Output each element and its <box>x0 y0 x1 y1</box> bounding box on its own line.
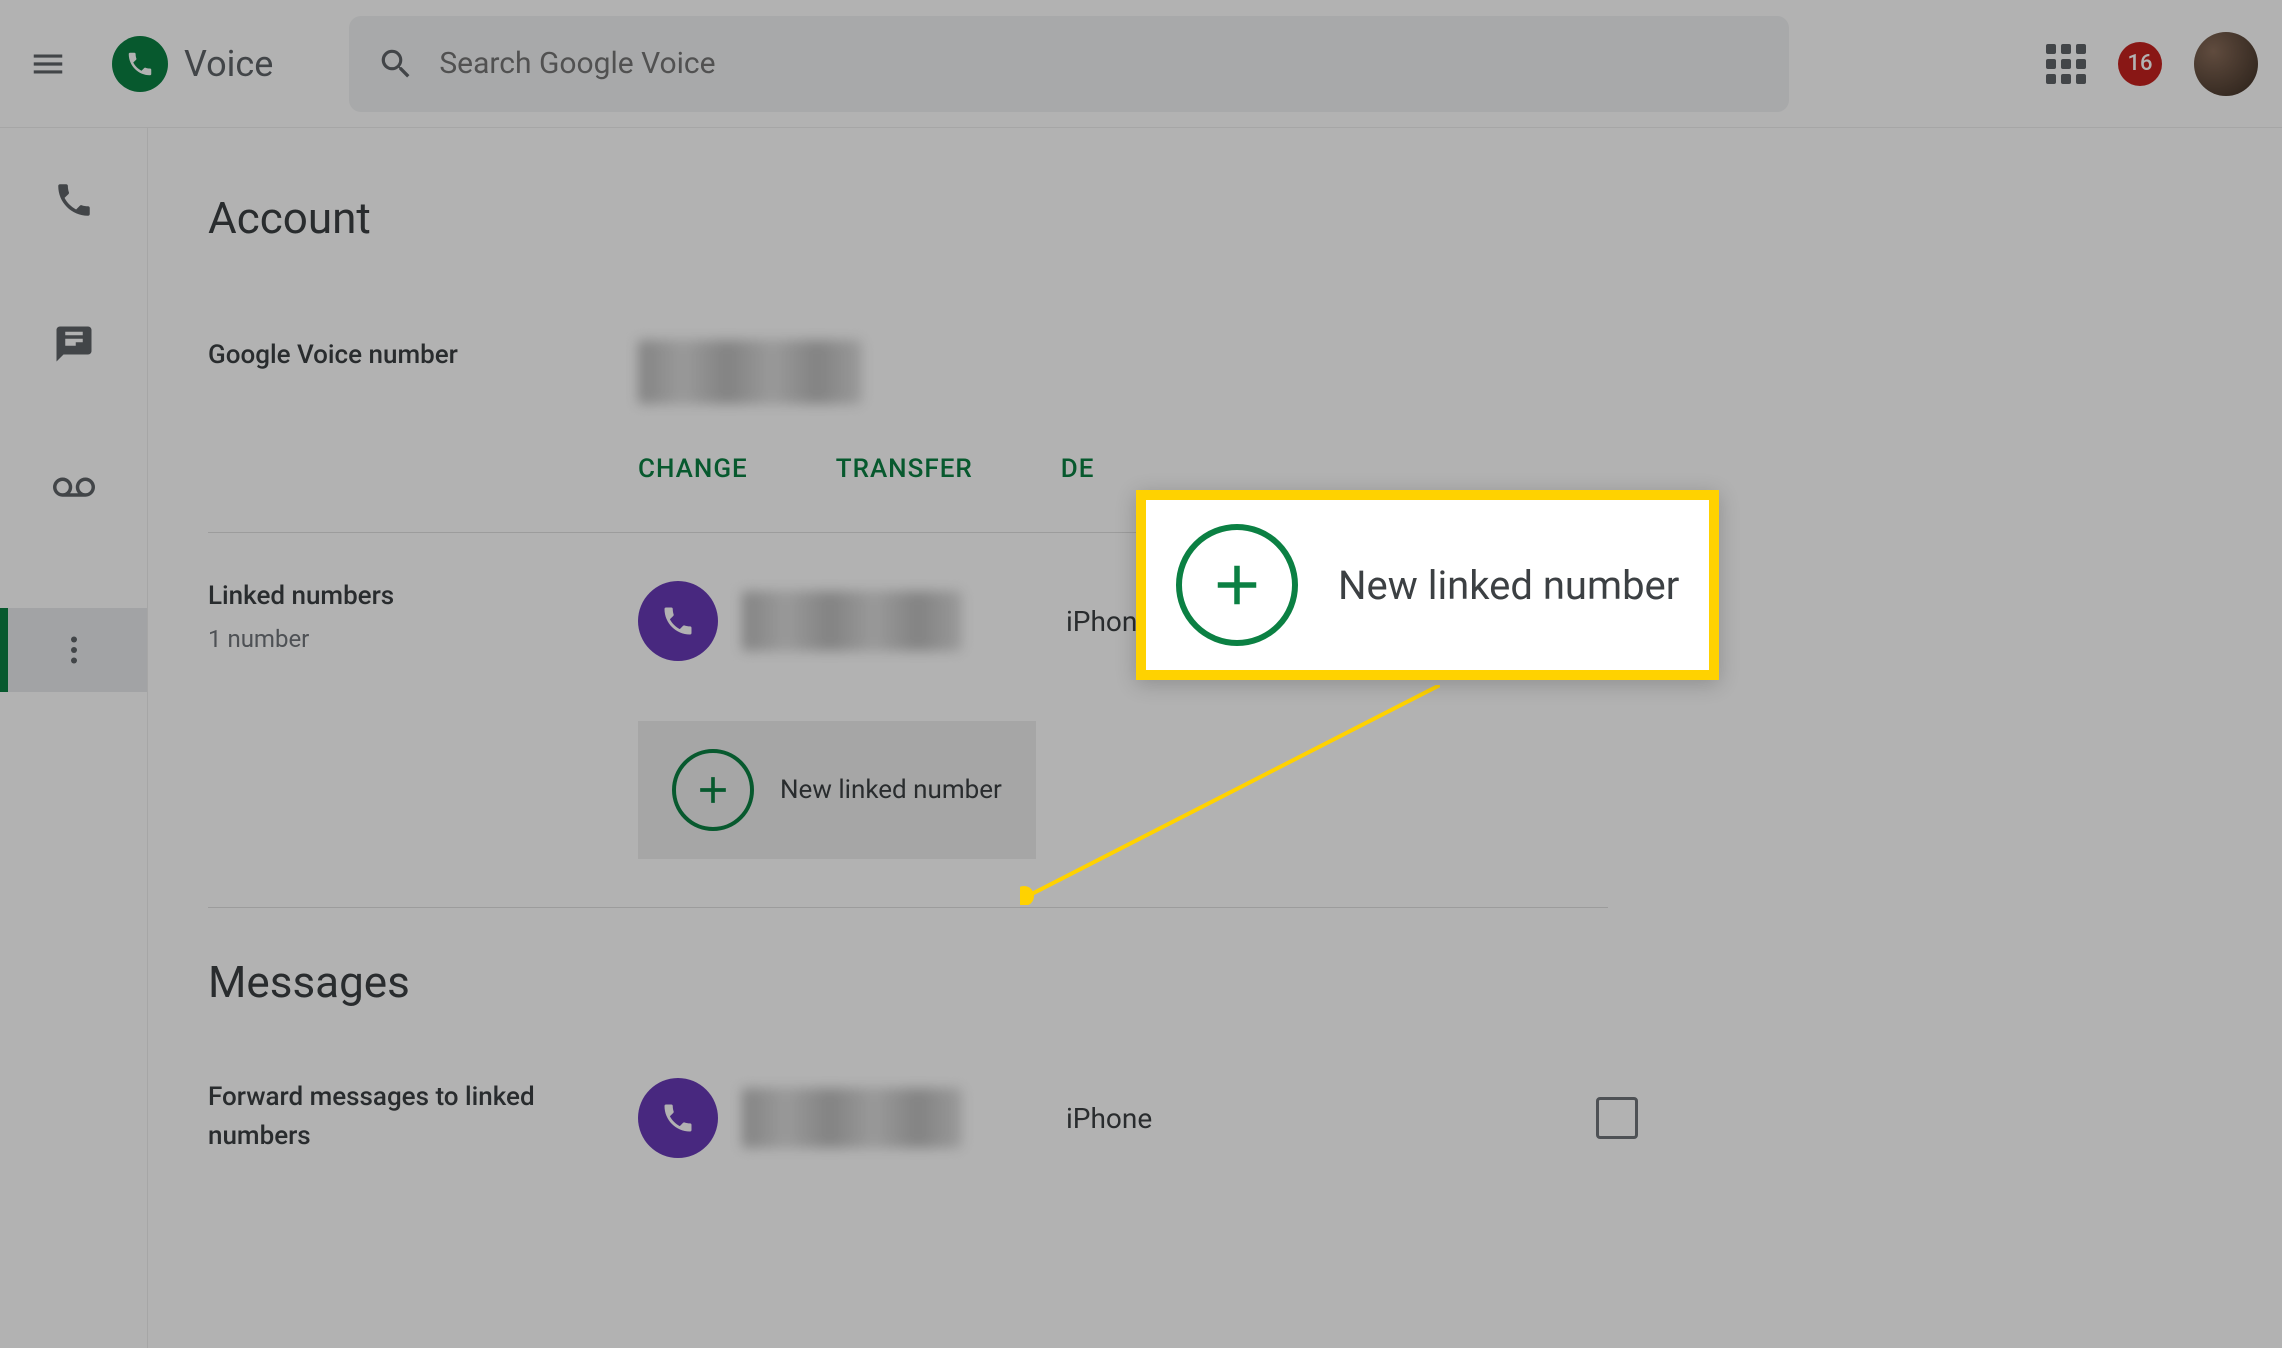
sidebar-messages-icon[interactable] <box>50 320 98 368</box>
header-right: 16 <box>2046 32 2258 96</box>
app-header: Voice 16 <box>0 0 2282 128</box>
new-linked-number-button[interactable]: New linked number <box>638 721 1036 859</box>
search-input[interactable] <box>439 46 1761 81</box>
apps-grid-icon[interactable] <box>2046 44 2086 84</box>
search-box[interactable] <box>349 16 1789 112</box>
new-linked-number-label: New linked number <box>780 775 1002 805</box>
forward-messages-label: Forward messages to linked numbers <box>208 1078 638 1156</box>
callout-text: New linked number <box>1338 562 1679 609</box>
sidebar-more-icon[interactable] <box>50 626 98 674</box>
body: Account Google Voice number CHANGE TRANS… <box>0 128 2282 1348</box>
forward-checkbox[interactable] <box>1596 1097 1638 1139</box>
device-type: iPhone <box>1066 1102 1152 1135</box>
linked-numbers-label: Linked numbers <box>208 581 638 611</box>
sidebar-more-wrap <box>0 608 147 692</box>
section-title-messages: Messages <box>208 956 2282 1008</box>
notifications-badge[interactable]: 16 <box>2118 42 2162 86</box>
linked-label-col: Linked numbers 1 number <box>208 581 638 653</box>
forward-number-blurred <box>742 1088 962 1148</box>
logo-area: Voice <box>112 36 273 92</box>
add-circle-icon <box>672 749 754 831</box>
phone-icon <box>638 1078 718 1158</box>
divider <box>208 907 1608 908</box>
sidebar-calls-icon[interactable] <box>50 176 98 224</box>
content: Account Google Voice number CHANGE TRANS… <box>148 128 2282 1348</box>
callout-highlight: New linked number <box>1136 490 1719 680</box>
forward-messages-row: Forward messages to linked numbers iPhon… <box>208 1078 2282 1158</box>
section-title-account: Account <box>208 192 2282 244</box>
avatar[interactable] <box>2194 32 2258 96</box>
add-circle-icon <box>1176 524 1298 646</box>
forward-number-item: iPhone <box>638 1078 1638 1158</box>
gv-number-row: Google Voice number <box>208 340 2282 404</box>
change-button[interactable]: CHANGE <box>638 454 748 484</box>
hamburger-menu-icon[interactable] <box>24 40 72 88</box>
sidebar-voicemail-icon[interactable] <box>50 464 98 512</box>
phone-icon <box>638 581 718 661</box>
voice-logo-icon <box>112 36 168 92</box>
transfer-button[interactable]: TRANSFER <box>836 454 973 484</box>
logo-text: Voice <box>184 43 273 85</box>
linked-number-blurred <box>742 591 962 651</box>
gv-number-actions: CHANGE TRANSFER DE <box>638 454 2282 484</box>
gv-number-value-blurred <box>638 340 862 404</box>
linked-numbers-count: 1 number <box>208 625 638 653</box>
search-icon <box>377 45 415 83</box>
delete-button[interactable]: DE <box>1061 454 1095 484</box>
gv-number-label: Google Voice number <box>208 340 638 370</box>
sidebar <box>0 128 148 1348</box>
